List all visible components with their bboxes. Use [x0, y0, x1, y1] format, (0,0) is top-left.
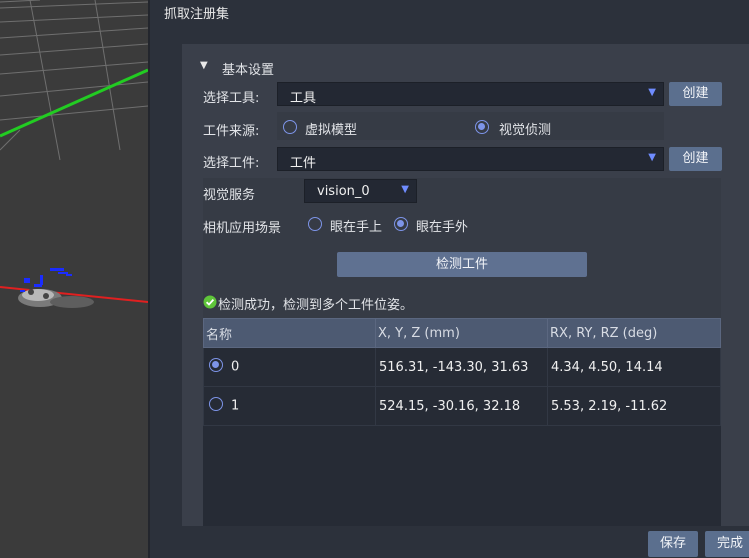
tool-label: 选择工具: [203, 91, 260, 106]
vision-service-select[interactable]: vision_0 ▼ [304, 179, 417, 203]
workpiece-label: 选择工件: [203, 156, 260, 171]
grasp-registration-panel: 抓取注册集 ▼ 基本设置 选择工具: 工具 ▼ 创建 工件来源: 虚拟模型 视觉… [150, 0, 749, 558]
cell-xyz: 524.15, -30.16, 32.18 [375, 386, 548, 426]
save-button[interactable]: 保存 [648, 531, 698, 557]
source-option-vision[interactable]: 视觉侦测 [475, 119, 575, 138]
create-tool-button[interactable]: 创建 [669, 82, 722, 106]
cell-rxyz: 5.53, 2.19, -11.62 [547, 386, 721, 426]
detect-status-text: 检测成功，检测到多个工件位姿。 [218, 298, 414, 313]
section-label: 基本设置 [222, 63, 275, 78]
cell-name: 0 [203, 347, 376, 387]
source-option-label: 虚拟模型 [305, 123, 358, 138]
vision-service-label: 视觉服务 [203, 188, 256, 203]
y-axis-line [0, 68, 148, 138]
table-header-row: 名称 X, Y, Z (mm) RX, RY, RZ (deg) [203, 318, 721, 348]
create-workpiece-button[interactable]: 创建 [669, 147, 722, 171]
radio-virtual[interactable] [283, 120, 297, 134]
cell-name: 1 [203, 386, 376, 426]
scene-option-label: 眼在手上 [330, 220, 383, 235]
viewport-scene [0, 0, 148, 308]
3d-viewport[interactable] [0, 0, 148, 558]
table-row[interactable]: 0 516.31, -143.30, 31.63 4.34, 4.50, 14.… [203, 347, 721, 387]
column-header-name: 名称 [203, 318, 376, 348]
radio-eye-to-hand[interactable] [394, 217, 408, 231]
table-empty-area [203, 426, 721, 526]
column-header-rxyz: RX, RY, RZ (deg) [547, 318, 721, 348]
cell-xyz: 516.31, -143.30, 31.63 [375, 347, 548, 387]
tool-select-value: 工具 [290, 91, 317, 106]
workpiece-select[interactable]: 工件 ▼ [277, 147, 664, 171]
radio-eye-in-hand[interactable] [308, 217, 322, 231]
row-name: 1 [231, 398, 240, 414]
row-name: 0 [231, 359, 240, 375]
row-select-radio[interactable] [209, 397, 223, 411]
success-icon [203, 295, 219, 311]
settings-container: ▼ 基本设置 选择工具: 工具 ▼ 创建 工件来源: 虚拟模型 视觉侦测 选择工… [182, 44, 749, 526]
dropdown-arrow-icon: ▼ [648, 152, 656, 163]
camera-scene-label: 相机应用场景 [203, 221, 282, 236]
caret-down-icon: ▼ [200, 60, 208, 71]
cell-rxyz: 4.34, 4.50, 14.14 [547, 347, 721, 387]
row-select-radio[interactable] [209, 358, 223, 372]
workpiece-model [18, 268, 94, 308]
panel-title: 抓取注册集 [164, 7, 230, 22]
done-button[interactable]: 完成 [705, 531, 749, 557]
source-label: 工件来源: [203, 124, 260, 139]
radio-vision[interactable] [475, 120, 489, 134]
table-row[interactable]: 1 524.15, -30.16, 32.18 5.53, 2.19, -11.… [203, 386, 721, 426]
source-radio-group: 虚拟模型 视觉侦测 [277, 112, 664, 140]
section-toggle[interactable]: ▼ [200, 60, 214, 74]
dropdown-arrow-icon: ▼ [401, 184, 409, 195]
column-header-xyz: X, Y, Z (mm) [375, 318, 548, 348]
scene-option-label: 眼在手外 [416, 220, 469, 235]
dropdown-arrow-icon: ▼ [648, 87, 656, 98]
tool-select[interactable]: 工具 ▼ [277, 82, 664, 106]
scene-option-eye-to-hand[interactable]: 眼在手外 [394, 216, 479, 235]
detect-workpiece-button[interactable]: 检测工件 [337, 252, 587, 277]
source-option-label: 视觉侦测 [499, 123, 552, 138]
workpiece-select-value: 工件 [290, 156, 317, 171]
pose-table: 名称 X, Y, Z (mm) RX, RY, RZ (deg) 0 516.3… [203, 318, 721, 426]
vision-subpanel: 视觉服务 vision_0 ▼ 相机应用场景 眼在手上 眼在手外 检测工件 检测… [203, 178, 721, 526]
vision-service-value: vision_0 [317, 184, 370, 199]
scene-option-eye-in-hand[interactable]: 眼在手上 [308, 216, 393, 235]
source-option-virtual[interactable]: 虚拟模型 [283, 119, 383, 138]
